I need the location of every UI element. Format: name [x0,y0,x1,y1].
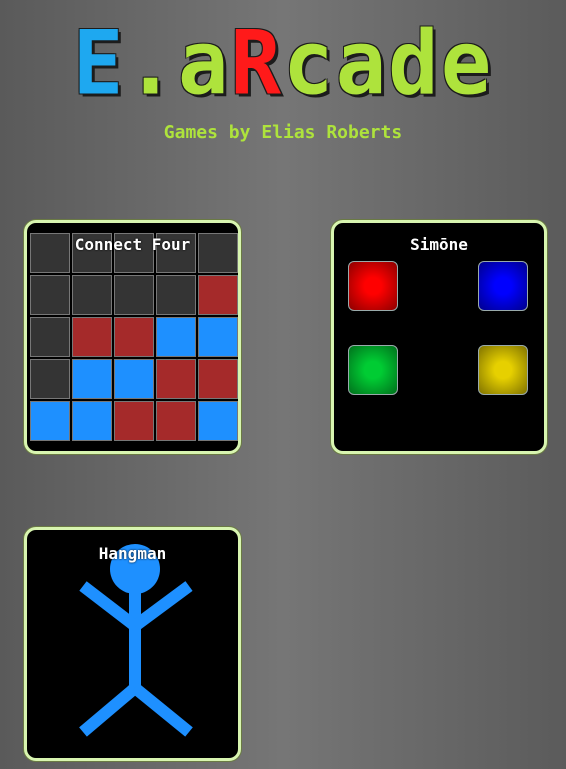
board-cell-red [156,401,196,441]
board-cell-red [156,359,196,399]
board-cell-empty [72,275,112,315]
board-cell-empty [30,317,70,357]
logo-letter: E [72,11,126,115]
simone-card[interactable]: Simōne [331,220,547,454]
board-cell-blue [30,401,70,441]
site-subtitle: Games by Elias Roberts [163,122,403,143]
simone-blue-pad [478,261,528,311]
site-logo: E.aRcade [0,11,566,115]
logo-letter: c [283,11,336,115]
board-cell-empty [30,359,70,399]
board-cell-blue [156,317,196,357]
board-cell-red [198,275,238,315]
connect-four-board [30,233,238,441]
logo-letter: a [335,11,389,115]
board-cell-blue [198,317,238,357]
simone-yellow-pad [478,345,528,395]
logo-letter: . [125,11,178,115]
connect-four-title: Connect Four [74,235,191,254]
logo-letter: d [388,11,441,115]
board-cell-red [114,401,154,441]
simone-red-pad [348,261,398,311]
hangman-title: Hangman [98,544,167,563]
stick-figure-left-leg [79,683,139,737]
simone-green-pad [348,345,398,395]
board-cell-blue [72,401,112,441]
board-cell-red [198,359,238,399]
board-cell-blue [72,359,112,399]
board-cell-empty [156,275,196,315]
stick-figure-right-leg [131,683,193,737]
board-cell-empty [114,275,154,315]
board-cell-red [72,317,112,357]
board-cell-red [114,317,154,357]
logo-letter: e [440,11,494,115]
connect-four-card[interactable]: Connect Four [24,220,241,454]
board-cell-blue [114,359,154,399]
board-cell-blue [198,401,238,441]
logo-letter: a [177,11,231,115]
logo-letter: R [230,11,283,115]
stick-figure-icon [79,544,193,737]
board-cell-empty [30,275,70,315]
simone-title: Simōne [410,235,468,254]
hangman-card[interactable]: Hangman [24,527,241,761]
